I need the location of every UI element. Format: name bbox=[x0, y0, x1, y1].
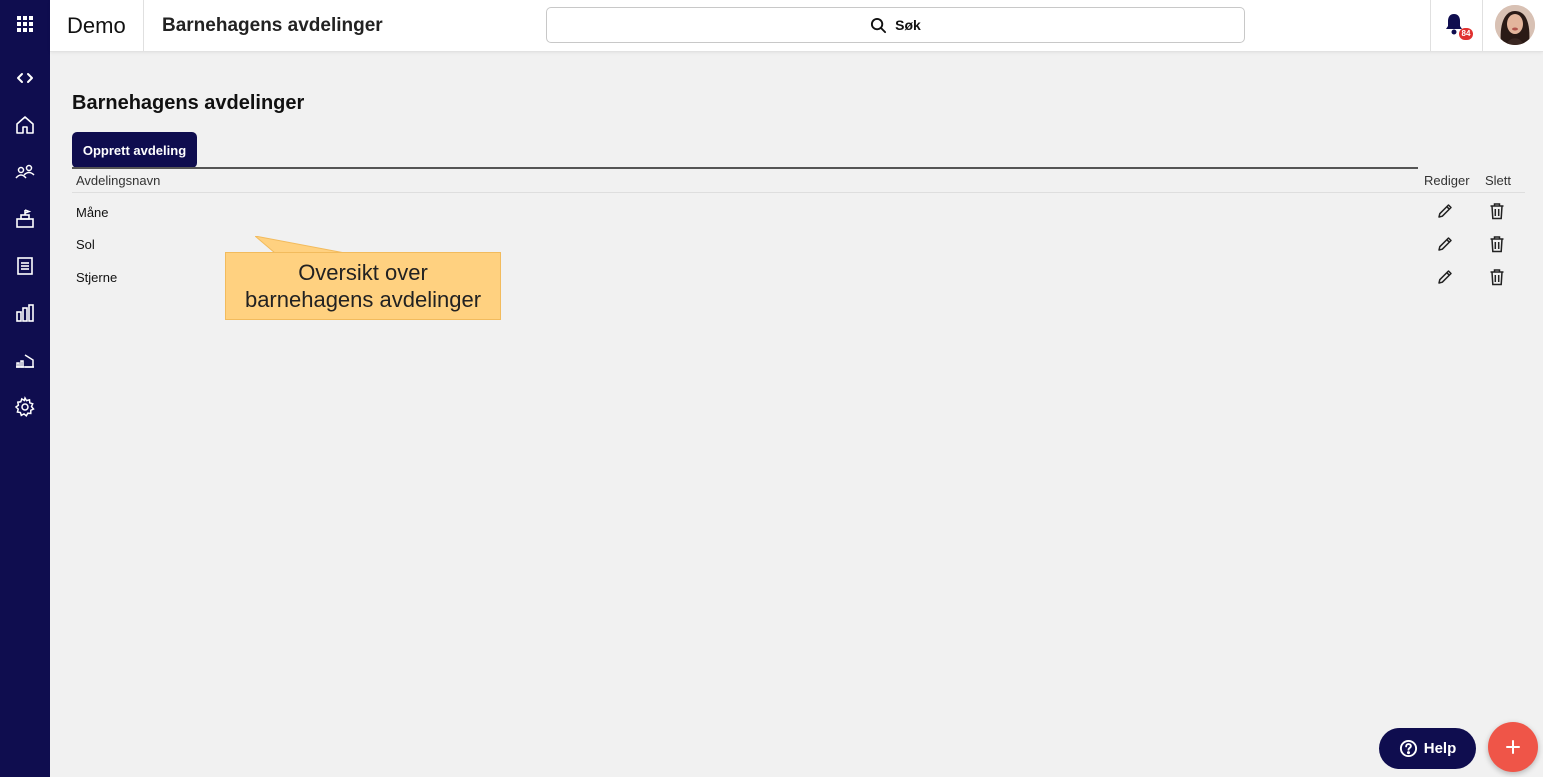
table-row-name: Måne bbox=[76, 205, 109, 220]
code-toggle-icon[interactable] bbox=[0, 63, 50, 93]
app-name[interactable]: Demo bbox=[67, 0, 126, 51]
callout-line-2: barnehagens avdelinger bbox=[244, 287, 482, 312]
tab-underline bbox=[72, 167, 1418, 169]
plus-icon bbox=[1506, 740, 1520, 754]
search-icon bbox=[871, 17, 887, 33]
notifications-button[interactable]: 84 bbox=[1443, 12, 1475, 42]
pencil-icon bbox=[1438, 204, 1452, 218]
pencil-icon bbox=[1438, 237, 1452, 251]
page-title: Barnehagens avdelinger bbox=[162, 14, 383, 36]
chart-icon[interactable] bbox=[0, 298, 50, 328]
divider bbox=[1482, 0, 1483, 51]
edit-button[interactable] bbox=[1434, 233, 1456, 255]
delete-button[interactable] bbox=[1486, 200, 1508, 222]
add-button[interactable] bbox=[1488, 722, 1538, 772]
table-header-divider bbox=[72, 192, 1525, 193]
top-bar: Demo Barnehagens avdelinger Søk 84 bbox=[50, 0, 1543, 52]
edit-button[interactable] bbox=[1434, 266, 1456, 288]
callout-line-1: Oversikt over bbox=[298, 260, 428, 285]
table-row-name: Stjerne bbox=[76, 270, 118, 285]
column-header-delete: Slett bbox=[1485, 173, 1512, 188]
search-input[interactable]: Søk bbox=[546, 7, 1245, 43]
help-button[interactable]: Help bbox=[1379, 728, 1476, 769]
sidebar bbox=[0, 0, 50, 777]
column-header-edit: Rediger bbox=[1424, 173, 1470, 188]
gear-icon[interactable] bbox=[0, 392, 50, 422]
question-circle-icon bbox=[1399, 739, 1417, 758]
divider bbox=[143, 0, 144, 51]
home-icon[interactable] bbox=[0, 110, 50, 140]
search-label: Søk bbox=[895, 17, 921, 33]
callout-tooltip: Oversikt over barnehagens avdelinger bbox=[225, 252, 501, 320]
page-heading: Barnehagens avdelinger bbox=[72, 92, 305, 114]
avatar[interactable] bbox=[1495, 5, 1535, 45]
document-icon[interactable] bbox=[0, 251, 50, 281]
edit-button[interactable] bbox=[1434, 200, 1456, 222]
trash-icon bbox=[1490, 203, 1504, 220]
trash-icon bbox=[1490, 269, 1504, 286]
divider bbox=[1430, 0, 1431, 51]
delete-button[interactable] bbox=[1486, 266, 1508, 288]
create-department-button[interactable]: Opprett avdeling bbox=[72, 132, 197, 168]
help-label: Help bbox=[1423, 740, 1457, 757]
delete-button[interactable] bbox=[1486, 233, 1508, 255]
building-stats-icon[interactable] bbox=[0, 345, 50, 375]
apps-grid-icon[interactable] bbox=[0, 9, 50, 39]
pencil-icon bbox=[1438, 270, 1452, 284]
column-header-name[interactable]: Avdelingsnavn bbox=[76, 173, 160, 188]
school-icon[interactable] bbox=[0, 204, 50, 234]
table-row-name: Sol bbox=[76, 237, 95, 252]
people-icon[interactable] bbox=[0, 157, 50, 187]
trash-icon bbox=[1490, 236, 1504, 253]
notification-badge: 84 bbox=[1459, 28, 1473, 40]
